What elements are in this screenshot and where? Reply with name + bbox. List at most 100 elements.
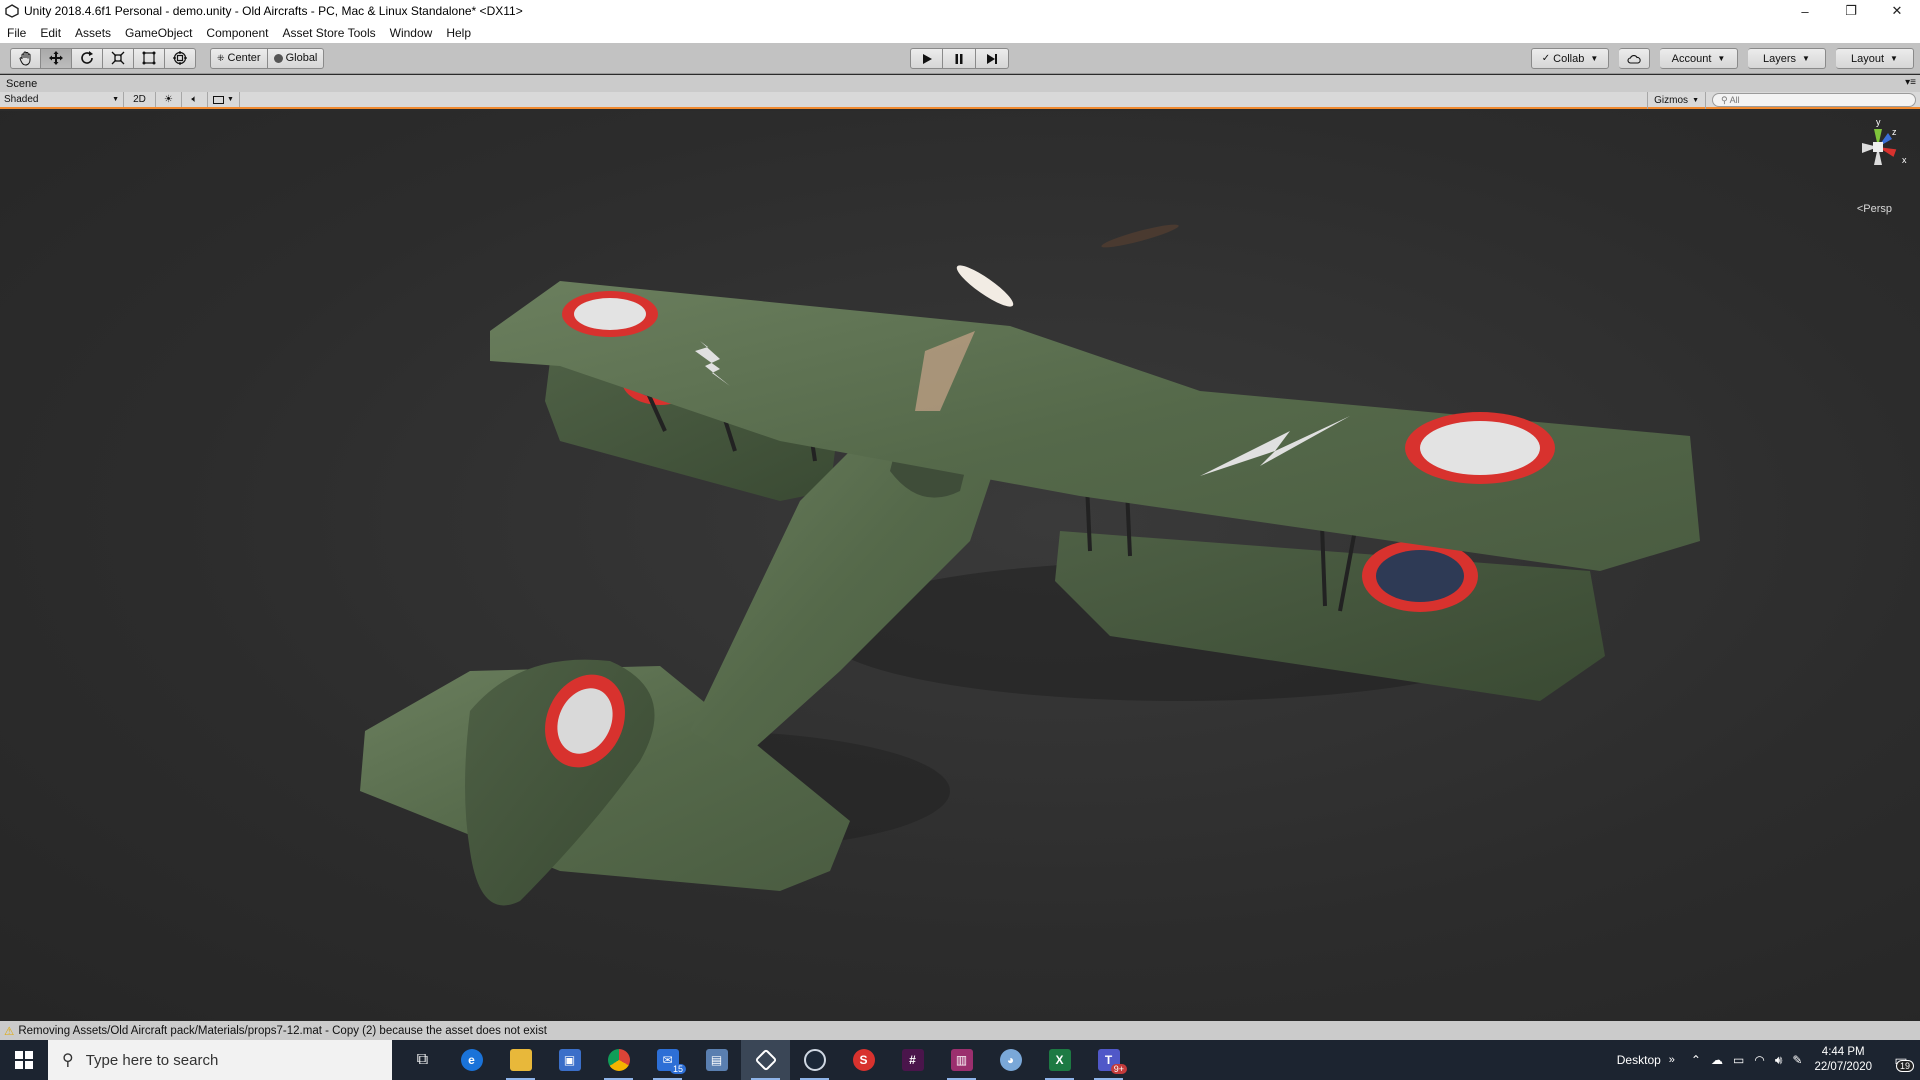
menu-window[interactable]: Window [383,26,440,40]
restore-button[interactable]: ❐ [1828,0,1874,22]
unity-logo-icon [4,3,20,19]
pause-button[interactable] [943,48,976,69]
cloud-button[interactable] [1619,48,1650,69]
chevron-down-icon: ▼ [112,96,119,103]
chevron-double-icon[interactable]: » [1669,1054,1675,1066]
start-button[interactable] [0,1040,48,1080]
network-share-icon[interactable]: ☁ [1711,1053,1723,1068]
unity-app[interactable] [741,1040,790,1080]
remote-desktop-app[interactable]: ▤ [692,1040,741,1080]
taskbar-search-placeholder: Type here to search [85,1051,219,1069]
collab-dropdown[interactable]: ✓ Collab ▼ [1531,48,1609,69]
app-s[interactable]: S [839,1040,888,1080]
step-button[interactable] [976,48,1009,69]
account-dropdown[interactable]: Account ▼ [1660,48,1738,69]
outlook-app[interactable]: ✉ 15 [643,1040,692,1080]
rect-tool-button[interactable] [134,47,165,69]
rect-transform-icon [142,51,156,65]
window-titlebar: Unity 2018.4.6f1 Personal - demo.unity -… [0,0,1920,22]
battery-icon[interactable]: ▭ [1733,1053,1744,1068]
chevron-up-icon[interactable]: ⌃ [1691,1053,1701,1068]
chrome-app[interactable] [594,1040,643,1080]
gizmo-axis-y: y [1876,117,1881,127]
teams-badge: 9+ [1110,1064,1127,1074]
gizmos-dropdown[interactable]: Gizmos ▼ [1647,92,1706,109]
transform-tool-button[interactable] [165,47,196,69]
chrome-icon [607,1049,630,1071]
play-button[interactable] [910,48,943,69]
scene-search-input[interactable]: ⚲ All [1712,93,1916,107]
excel-app[interactable]: X [1035,1040,1084,1080]
step-forward-icon [987,53,997,64]
close-button[interactable]: ✕ [1874,0,1920,22]
hand-tool-button[interactable] [10,47,41,69]
pivot-global-toggle[interactable]: Global [267,47,325,69]
chevron-down-icon: ▼ [227,96,234,103]
chevron-down-icon: ▼ [1590,54,1599,63]
scale-tool-button[interactable] [103,47,134,69]
edge-app[interactable]: e [447,1040,496,1080]
account-label: Account [1671,52,1712,65]
steam-app[interactable] [790,1040,839,1080]
scene-viewport[interactable]: y z x <Persp [0,111,1920,1021]
store-app[interactable]: ▣ [545,1040,594,1080]
tab-menu-icon[interactable]: ▾≡ [1905,77,1916,88]
menu-bar: File Edit Assets GameObject Component As… [0,22,1920,43]
console-status-bar[interactable]: ⚠ Removing Assets/Old Aircraft pack/Mate… [0,1021,1920,1040]
file-explorer-app[interactable] [496,1040,545,1080]
scene-tab[interactable]: Scene ▾≡ [0,75,1920,92]
menu-help[interactable]: Help [439,26,478,40]
projection-label-text: Persp [1863,203,1892,215]
move-tool-button[interactable] [41,47,72,69]
layers-dropdown[interactable]: Layers ▼ [1748,48,1826,69]
shading-mode-dropdown[interactable]: Shaded ▼ [0,92,124,107]
orientation-gizmo[interactable]: y z x [1848,117,1908,177]
audio-toggle[interactable]: 🔈︎ [182,92,208,107]
roundel [1420,421,1540,475]
desktop-toolbar-label[interactable]: Desktop [1617,1053,1661,1067]
biplane-model[interactable] [0,111,1920,1021]
menu-assets[interactable]: Assets [68,26,118,40]
2d-toggle-label: 2D [133,94,146,105]
pivot-center-toggle[interactable]: ⁜ Center [210,47,268,69]
menu-file[interactable]: File [0,26,33,40]
rotate-tool-button[interactable] [72,47,103,69]
search-icon: ⚲ [1721,95,1728,105]
winrar-app[interactable]: ▥ [937,1040,986,1080]
task-view-icon: ⧉ [416,1051,429,1068]
gizmo-axis-x: x [1902,155,1907,165]
layers-label: Layers [1763,52,1797,65]
menu-asset-store-tools[interactable]: Asset Store Tools [275,26,382,40]
action-center-button[interactable]: ▭ 19 [1882,1040,1920,1080]
check-circle-icon: ✓ [1541,53,1551,64]
slack-icon: # [901,1049,924,1071]
toolbar-right: ✓ Collab ▼ Account ▼ Layers ▼ Layout ▼ [1531,48,1914,69]
volume-icon[interactable]: 🔊︎ [1775,1053,1783,1068]
paint-app[interactable]: ◕ [986,1040,1035,1080]
wifi-icon[interactable]: ◠ [1754,1053,1764,1068]
minimize-button[interactable]: – [1782,0,1828,22]
pen-icon[interactable]: ✎ [1792,1053,1802,1068]
layout-dropdown[interactable]: Layout ▼ [1836,48,1914,69]
edge-icon: e [460,1049,483,1071]
excel-icon: X [1048,1049,1071,1071]
2d-toggle[interactable]: 2D [124,92,156,107]
projection-label[interactable]: <Persp [1857,203,1892,215]
effects-dropdown[interactable]: ▼ [208,92,240,107]
task-view-button[interactable]: ⧉ [398,1040,447,1080]
menu-gameobject[interactable]: GameObject [118,26,199,40]
taskbar-search-input[interactable]: ⚲ Type here to search [48,1040,392,1080]
teams-app[interactable]: T 9+ [1084,1040,1133,1080]
cloud-icon [1627,54,1641,64]
clock[interactable]: 4:44 PM 22/07/2020 [1814,1045,1872,1075]
notification-count: 19 [1895,1060,1914,1072]
slack-app[interactable]: # [888,1040,937,1080]
menu-component[interactable]: Component [199,26,275,40]
propeller [956,265,1014,307]
clock-time: 4:44 PM [1821,1046,1865,1058]
lighting-toggle[interactable]: ☀ [156,92,182,107]
rotate-icon [81,51,93,64]
menu-edit[interactable]: Edit [33,26,68,40]
collab-label: Collab [1553,52,1585,65]
search-icon: ⚲ [62,1052,74,1069]
